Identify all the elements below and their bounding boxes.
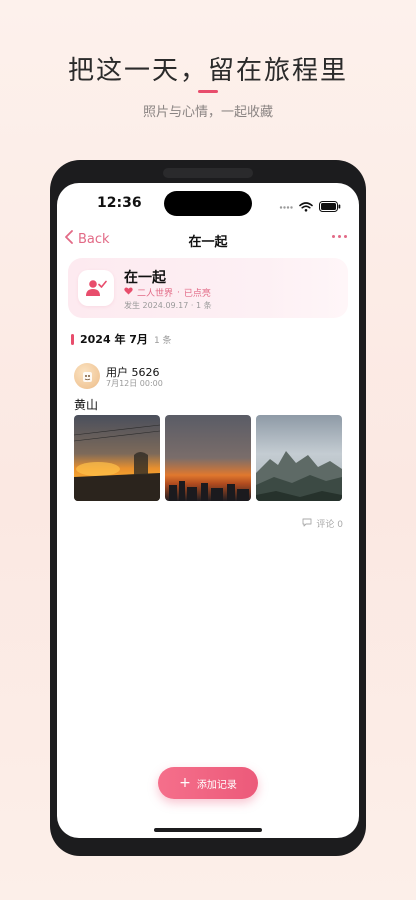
comment-button[interactable]: 评论 0 xyxy=(302,517,343,530)
battery-icon xyxy=(319,197,341,216)
more-dots-icon[interactable] xyxy=(332,235,347,238)
card-title: 在一起 xyxy=(124,270,166,286)
sunset-photo[interactable] xyxy=(74,415,160,501)
heart-icon xyxy=(124,287,133,298)
promo-title: 把这一天，留在旅程里 xyxy=(67,56,348,86)
status-icons xyxy=(279,197,341,216)
tag-world: 二人世界 xyxy=(137,289,174,299)
tag-separator: · xyxy=(177,287,180,298)
photo-grid xyxy=(74,415,342,501)
card-tags: 二人世界 · 已点亮 xyxy=(124,286,211,299)
add-record-label: 添加记录 xyxy=(196,779,237,791)
section-label: 2024 年 7月 xyxy=(80,333,148,346)
comment-label: 评论 0 xyxy=(316,520,343,530)
promo-accent-line xyxy=(198,90,218,93)
mountain-photo[interactable] xyxy=(256,415,342,501)
status-time: 12:36 xyxy=(97,195,142,211)
home-indicator xyxy=(154,828,262,832)
topic-card: 在一起 二人世界 · 已点亮 发生 2024.09.17 · 1 条 xyxy=(68,258,348,318)
post-time: 7月12日 00:00 xyxy=(106,379,163,388)
signal-icon xyxy=(279,197,293,216)
dusk-city-photo[interactable] xyxy=(165,415,251,501)
tag-status: 已点亮 xyxy=(183,289,211,299)
phone-speaker xyxy=(163,168,253,178)
avatar[interactable] xyxy=(74,363,100,389)
section-header: 2024 年 7月 1 条 xyxy=(71,331,172,347)
nav-title: 在一起 xyxy=(188,235,228,250)
section-count: 1 条 xyxy=(153,335,172,346)
user-check-icon xyxy=(78,270,114,306)
phone-screen: 12:36 Back 在一起 在一起 二人世界 · 已点亮 发生 2024.09… xyxy=(57,183,359,838)
post-text: 黄山 xyxy=(74,398,99,412)
promo-subtitle: 照片与心情，一起收藏 xyxy=(142,105,273,120)
plus-icon: + xyxy=(179,775,191,791)
nav-bar: Back 在一起 xyxy=(57,226,359,254)
dynamic-island xyxy=(164,191,252,216)
card-meta: 发生 2024.09.17 · 1 条 xyxy=(124,301,212,310)
add-record-button[interactable]: + 添加记录 xyxy=(158,767,258,799)
comment-icon xyxy=(302,518,312,530)
wifi-icon xyxy=(299,197,313,216)
phone-frame: 12:36 Back 在一起 在一起 二人世界 · 已点亮 发生 2024.09… xyxy=(50,160,366,856)
section-accent-bar xyxy=(71,333,74,345)
